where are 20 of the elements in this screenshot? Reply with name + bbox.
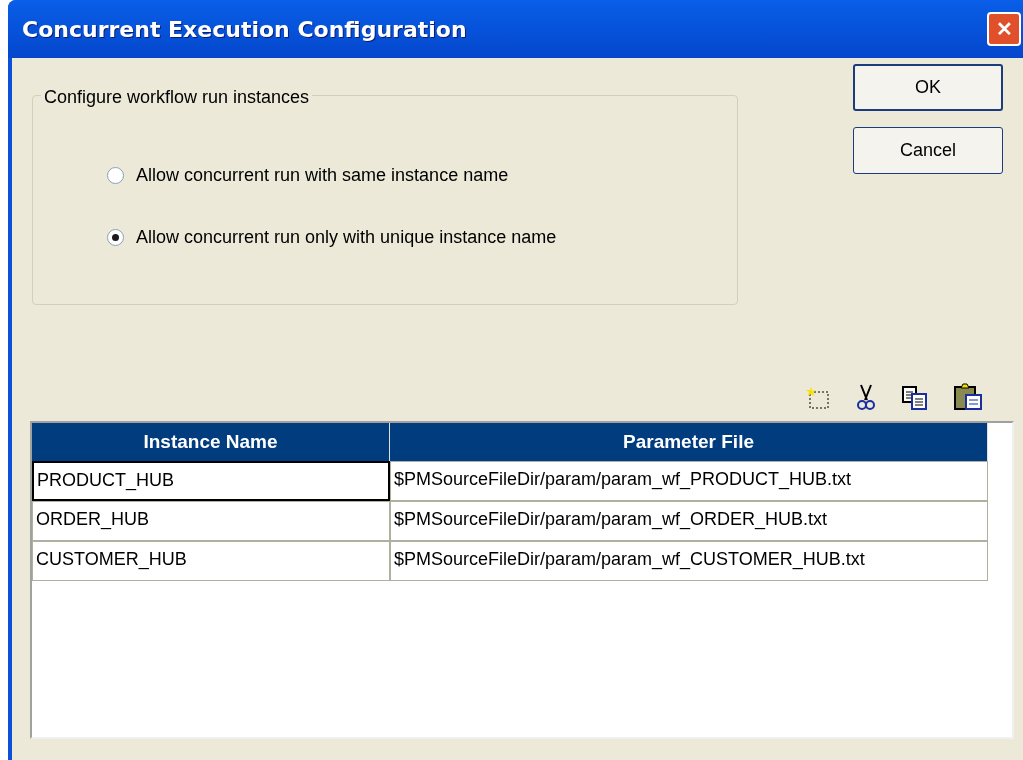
dialog-button[interactable]: OK [853, 64, 1003, 111]
copy-icon[interactable] [901, 385, 929, 411]
radio-button[interactable] [107, 167, 124, 184]
column-header[interactable]: Instance Name [32, 423, 390, 461]
window-title: Concurrent Execution Configuration [22, 15, 467, 44]
radio-label: Allow concurrent run with same instance name [136, 164, 509, 187]
new-row-icon[interactable] [805, 385, 831, 411]
table-cell[interactable]: PRODUCT_HUB [32, 461, 390, 501]
table-cell[interactable]: $PMSourceFileDir/param/param_wf_CUSTOMER_HUB.txt [390, 541, 988, 581]
radio-button[interactable] [107, 229, 124, 246]
table-cell[interactable]: CUSTOMER_HUB [32, 541, 390, 581]
table-cell[interactable]: ORDER_HUB [32, 501, 390, 541]
scissors-icon[interactable] [855, 383, 877, 411]
radio-label: Allow concurrent run only with unique instance name [136, 226, 557, 249]
table-cell[interactable]: $PMSourceFileDir/param/param_wf_PRODUCT_HUB.txt [390, 461, 988, 501]
paste-icon[interactable] [953, 383, 983, 411]
close-button[interactable]: ✕ [987, 12, 1021, 46]
table-cell[interactable]: $PMSourceFileDir/param/param_wf_ORDER_HUB.txt [390, 501, 988, 541]
dialog-button[interactable]: Cancel [853, 127, 1003, 174]
column-header[interactable]: Parameter File [390, 423, 988, 461]
